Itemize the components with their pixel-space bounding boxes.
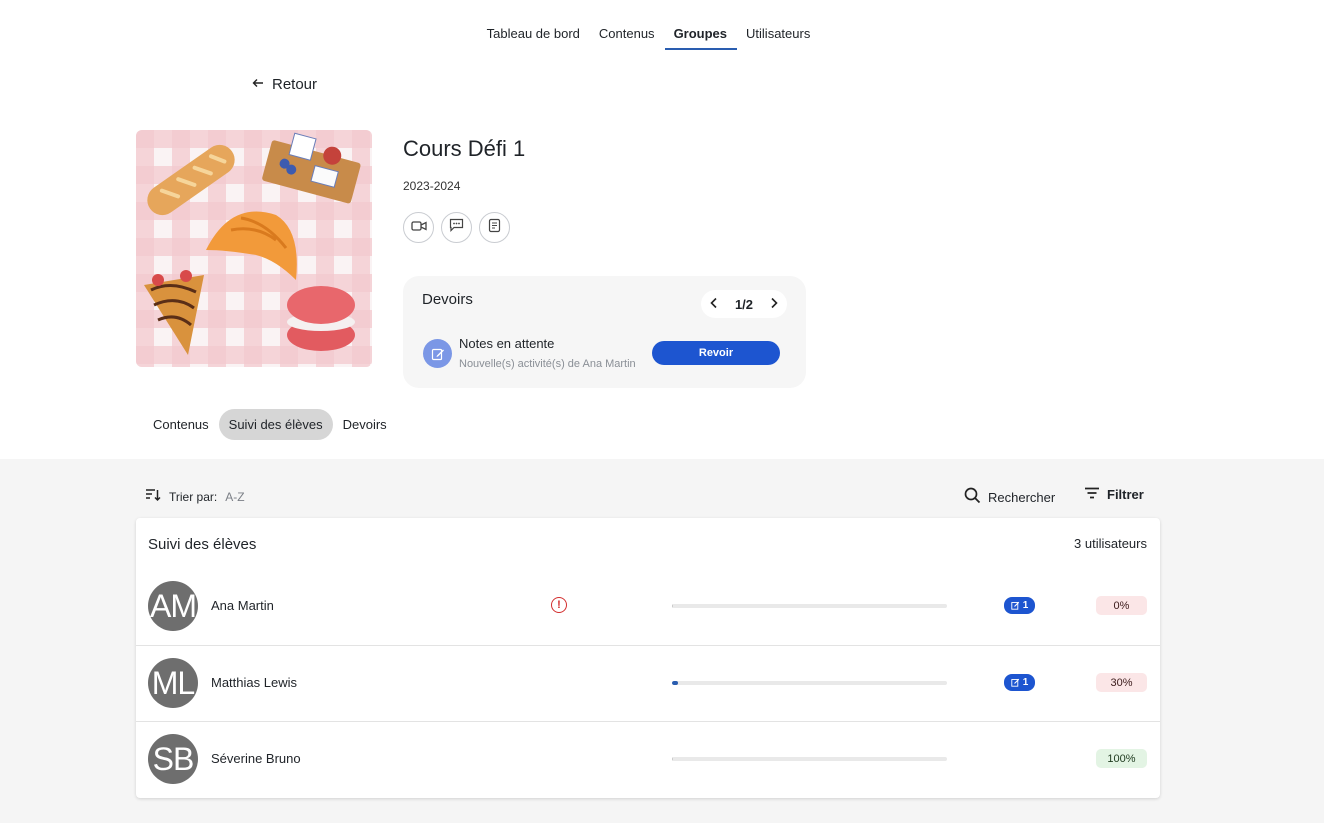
table-row[interactable]: SB Séverine Bruno 100% — [136, 721, 1160, 797]
pending-count: 1 — [1022, 600, 1029, 611]
progress-bar — [672, 757, 947, 761]
sort-control[interactable]: Trier par: A-Z — [145, 488, 245, 505]
filter-icon — [1084, 487, 1100, 502]
edit-icon — [1011, 601, 1019, 610]
progress-fill — [672, 757, 674, 761]
video-icon — [410, 219, 427, 237]
warning-icon: ! — [551, 597, 567, 613]
avatar: SB — [148, 734, 198, 784]
group-cover-image — [136, 130, 372, 367]
review-button[interactable]: Revoir — [652, 341, 780, 365]
devoirs-pager: 1/2 — [701, 290, 787, 318]
pending-subtitle: Nouvelle(s) activité(s) de Ana Martin — [459, 358, 636, 370]
pending-activity-badge[interactable]: 1 — [1004, 674, 1035, 691]
nav-item-utilisateurs[interactable]: Utilisateurs — [746, 18, 810, 50]
devoirs-title: Devoirs — [422, 291, 473, 308]
devoirs-card: Devoirs 1/2 Notes en attente Nouvelle(s)… — [403, 276, 806, 388]
document-icon — [488, 218, 501, 238]
nav-item-tableau-de-bord[interactable]: Tableau de bord — [487, 18, 580, 50]
arrow-left-icon — [252, 77, 264, 92]
document-button[interactable] — [479, 212, 510, 243]
group-actions — [403, 212, 510, 243]
chat-button[interactable] — [441, 212, 472, 243]
student-name: Séverine Bruno — [211, 751, 301, 766]
chevron-right-icon[interactable] — [769, 296, 779, 312]
pending-activity-badge[interactable]: 1 — [1004, 597, 1035, 614]
table-row[interactable]: AM Ana Martin ! 1 0% — [136, 569, 1160, 646]
sort-label: Trier par: — [169, 489, 218, 504]
pending-count: 1 — [1022, 677, 1029, 688]
filter-label: Filtrer — [1107, 487, 1144, 502]
completion-percent: 30% — [1096, 673, 1147, 692]
tab-devoirs[interactable]: Devoirs — [333, 409, 397, 440]
progress-fill — [672, 681, 678, 685]
students-tracking-card: Suivi des élèves 3 utilisateurs AM Ana M… — [136, 518, 1160, 798]
student-name: Ana Martin — [211, 598, 274, 613]
school-year: 2023-2024 — [403, 179, 461, 193]
pending-title: Notes en attente — [459, 336, 555, 351]
back-label: Retour — [272, 76, 318, 93]
completion-percent: 100% — [1096, 749, 1147, 768]
back-link[interactable]: Retour — [252, 76, 317, 93]
pager-value: 1/2 — [734, 296, 754, 312]
card-title: Suivi des élèves — [148, 536, 257, 553]
avatar: ML — [148, 658, 198, 708]
chat-icon — [449, 218, 464, 237]
nav-item-contenus[interactable]: Contenus — [599, 18, 655, 50]
progress-bar — [672, 681, 947, 685]
chevron-left-icon[interactable] — [709, 296, 719, 312]
user-count: 3 utilisateurs — [1074, 536, 1147, 551]
student-name: Matthias Lewis — [211, 675, 297, 690]
progress-fill — [672, 604, 674, 608]
table-row[interactable]: ML Matthias Lewis 1 30% — [136, 645, 1160, 721]
video-button[interactable] — [403, 212, 434, 243]
sort-icon — [145, 488, 161, 505]
search-icon — [964, 487, 981, 507]
top-navigation: Tableau de bord Contenus Groupes Utilisa… — [0, 18, 1324, 50]
section-tabs: Contenus Suivi des élèves Devoirs — [143, 409, 397, 440]
filter-button[interactable]: Filtrer — [1084, 487, 1144, 502]
nav-item-groupes[interactable]: Groupes — [664, 18, 738, 50]
tab-suivi-des-eleves[interactable]: Suivi des élèves — [218, 409, 333, 440]
avatar: AM — [148, 581, 198, 631]
edit-icon — [1011, 678, 1019, 687]
search-button[interactable]: Rechercher — [964, 487, 1055, 507]
completion-percent: 0% — [1096, 596, 1147, 615]
search-label: Rechercher — [988, 489, 1056, 505]
edit-note-icon — [423, 339, 452, 368]
tab-contenus[interactable]: Contenus — [143, 409, 219, 440]
sort-value: A-Z — [225, 489, 245, 504]
picnic-illustration — [136, 130, 372, 367]
group-title: Cours Défi 1 — [403, 136, 526, 161]
progress-bar — [672, 604, 947, 608]
